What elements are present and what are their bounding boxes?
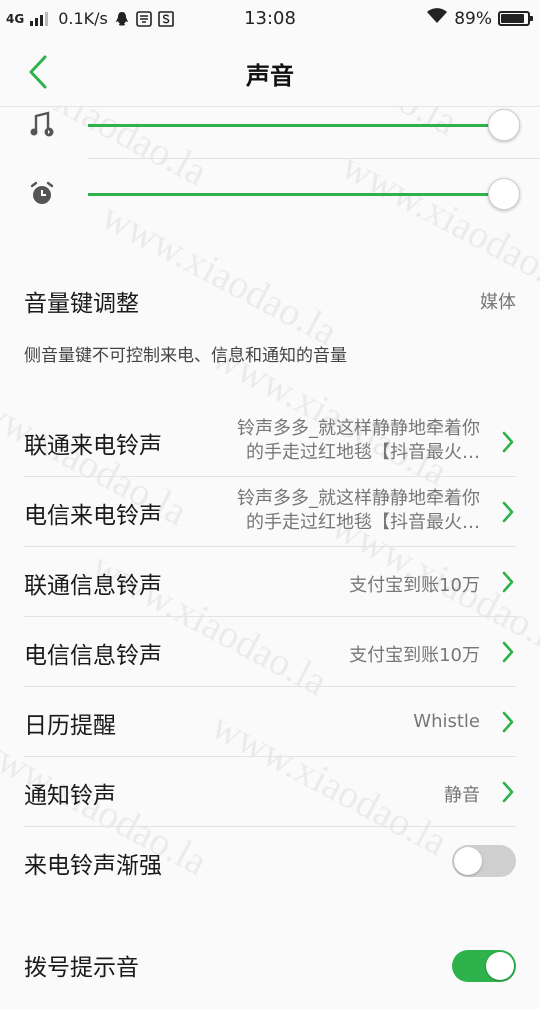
ringtone-fade-in-toggle[interactable] (452, 845, 516, 877)
chevron-right-icon (502, 781, 514, 803)
row-label: 来电铃声渐强 (24, 853, 162, 879)
calendar-reminder[interactable]: 日历提醒 Whistle (0, 687, 540, 756)
row-value: 支付宝到账10万 (349, 575, 480, 596)
slider-fill (88, 124, 518, 127)
notification-ringtone[interactable]: 通知铃声 静音 (0, 757, 540, 826)
row-label: 电信来电铃声 (24, 503, 162, 529)
battery-percent: 89% (454, 8, 492, 29)
unicom-call-ringtone[interactable]: 联通来电铃声 铃声多多_就这样静静地牵着你 的手走过红地毯【抖音最火… (0, 408, 540, 476)
row-label: 联通信息铃声 (24, 573, 162, 599)
slider-thumb[interactable] (488, 178, 520, 210)
row-label: 日历提醒 (24, 713, 116, 739)
status-bar: 4G 0.1K/s 13:08 89% (0, 0, 540, 38)
slider-fill (88, 193, 518, 196)
row-value-line: 铃声多多_就这样静静地牵着你 (237, 418, 480, 439)
media-volume-slider[interactable] (0, 92, 540, 160)
alarm-clock-icon (28, 179, 56, 207)
page-title: 声音 (246, 62, 294, 90)
row-value-line: 的手走过红地毯【抖音最火… (246, 442, 480, 463)
chevron-right-icon (502, 431, 514, 453)
slider-track[interactable] (88, 124, 518, 127)
row-value: 铃声多多_就这样静静地牵着你 的手走过红地毯【抖音最火… (180, 487, 480, 535)
row-label: 音量键调整 (24, 291, 139, 317)
row-label: 电信信息铃声 (24, 643, 162, 669)
ringtone-fade-in-setting: 来电铃声渐强 (0, 827, 540, 896)
row-value: 静音 (444, 785, 480, 806)
row-value: 媒体 (480, 292, 516, 313)
row-label: 拨号提示音 (24, 955, 139, 981)
music-note-icon (28, 110, 56, 138)
chevron-right-icon (502, 501, 514, 523)
battery-icon (498, 11, 533, 26)
row-label: 联通来电铃声 (24, 433, 162, 459)
wifi-icon (426, 8, 448, 29)
divider (88, 158, 540, 159)
chevron-right-icon (502, 711, 514, 733)
dial-tone-toggle[interactable] (452, 950, 516, 982)
dial-tone-setting: 拨号提示音 (0, 940, 540, 1009)
telecom-message-ringtone[interactable]: 电信信息铃声 支付宝到账10万 (0, 617, 540, 686)
alarm-volume-slider[interactable] (0, 161, 540, 229)
row-value: Whistle (413, 711, 480, 732)
row-value-line: 的手走过红地毯【抖音最火… (246, 512, 480, 533)
slider-track[interactable] (88, 193, 518, 196)
chevron-right-icon (502, 641, 514, 663)
volume-key-note: 侧音量键不可控制来电、信息和通知的音量 (24, 346, 347, 366)
row-value: 铃声多多_就这样静静地牵着你 的手走过红地毯【抖音最火… (180, 417, 480, 465)
row-label: 通知铃声 (24, 783, 116, 809)
toggle-knob (454, 847, 482, 875)
telecom-call-ringtone[interactable]: 电信来电铃声 铃声多多_就这样静静地牵着你 的手走过红地毯【抖音最火… (0, 477, 540, 546)
volume-key-setting[interactable]: 音量键调整 媒体 (0, 266, 540, 334)
row-value: 支付宝到账10万 (349, 645, 480, 666)
slider-thumb[interactable] (488, 109, 520, 141)
unicom-message-ringtone[interactable]: 联通信息铃声 支付宝到账10万 (0, 547, 540, 616)
chevron-right-icon (502, 571, 514, 593)
toggle-knob (486, 952, 514, 980)
row-value-line: 铃声多多_就这样静静地牵着你 (237, 488, 480, 509)
